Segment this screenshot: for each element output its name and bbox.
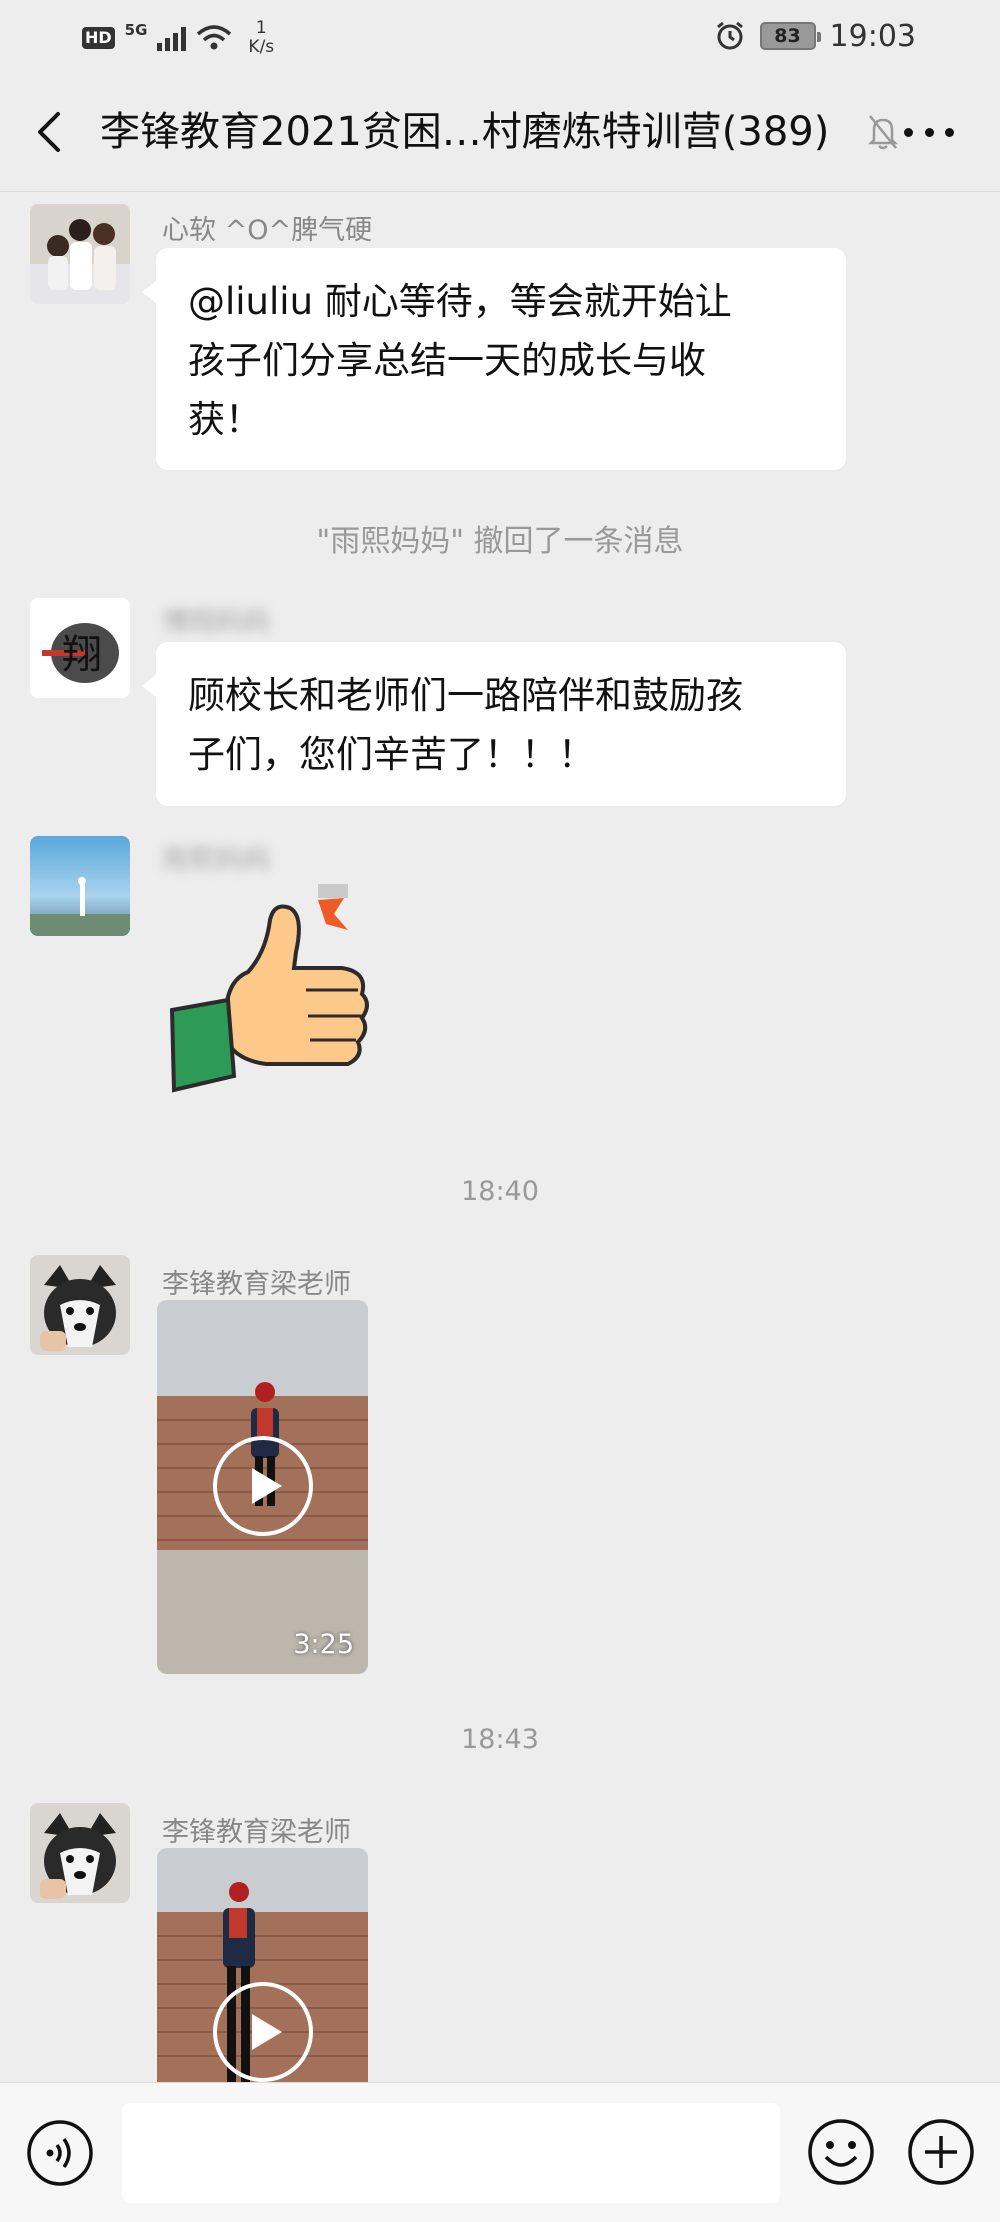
sender-name: 博翔妈妈: [162, 607, 270, 638]
sender-name: 心软 ^O^脾气硬: [162, 215, 373, 246]
message-text-line: 子们，您们辛苦了！！！: [188, 733, 595, 776]
thumbs-up-icon[interactable]: [166, 880, 382, 1106]
message-text-line: @liuliu 耐心等待，等会就开始让: [188, 280, 732, 323]
speed-value: 1: [255, 18, 267, 38]
status-left: HD 5G 1 K/s: [82, 18, 274, 58]
network-type: 5G: [124, 21, 148, 39]
status-bar: HD 5G 1 K/s 83 19:03: [0, 0, 1000, 72]
avatar[interactable]: 翔: [30, 598, 130, 698]
message-text-line: 孩子们分享总结一天的成长与收: [188, 339, 706, 382]
message-input[interactable]: [122, 2103, 780, 2203]
alarm-icon: [716, 21, 743, 50]
battery-indicator: 83: [759, 22, 821, 50]
video-message[interactable]: 3:25: [157, 1300, 368, 1674]
timestamp: 18:40: [461, 1176, 539, 1207]
avatar[interactable]: [30, 1255, 130, 1355]
message-bubble[interactable]: @liuliu 耐心等待，等会就开始让 孩子们分享总结一天的成长与收 获！: [142, 248, 846, 470]
message-text-line: 获！: [188, 398, 262, 441]
emoji-icon[interactable]: [806, 2117, 876, 2187]
voice-icon[interactable]: [26, 2119, 94, 2187]
wifi-icon: [197, 25, 232, 50]
avatar-char: 翔: [62, 632, 102, 678]
message-text-line: 顾校长和老师们一路陪伴和鼓励孩: [188, 674, 743, 717]
sender-name: 李锋教育梁老师: [162, 1269, 351, 1300]
play-icon[interactable]: [213, 1436, 313, 1536]
chevron-left-icon[interactable]: [30, 108, 70, 156]
timestamp: 18:43: [461, 1724, 539, 1755]
speed-unit: K/s: [248, 37, 275, 57]
video-message[interactable]: [157, 1848, 368, 2082]
more-dots-icon[interactable]: [904, 112, 954, 152]
bell-off-icon: [867, 115, 899, 150]
avatar[interactable]: [30, 836, 130, 936]
recall-notice: "雨熙妈妈" 撤回了一条消息: [316, 524, 684, 559]
chat-title[interactable]: 李锋教育2021贫困…村磨炼特训营(389): [100, 102, 829, 162]
avatar[interactable]: [30, 1803, 130, 1903]
status-right: 83 19:03: [714, 16, 916, 56]
hd-badge: HD: [82, 27, 115, 49]
sender-name: 李锋教育梁老师: [162, 1817, 351, 1848]
chat-header: 李锋教育2021贫困…村磨炼特训营(389): [0, 72, 1000, 192]
network-speed: 1 K/s: [248, 19, 274, 57]
input-bar: [0, 2082, 1000, 2222]
avatar[interactable]: [30, 204, 130, 304]
plus-icon[interactable]: [906, 2117, 976, 2187]
status-time: 19:03: [829, 18, 916, 54]
video-duration: 3:25: [293, 1629, 354, 1660]
sender-name: 雨熙妈妈: [162, 845, 270, 876]
message-bubble[interactable]: 顾校长和老师们一路陪伴和鼓励孩 子们，您们辛苦了！！！: [142, 642, 846, 806]
play-icon[interactable]: [213, 1982, 313, 2082]
signal-icon: [157, 25, 187, 51]
